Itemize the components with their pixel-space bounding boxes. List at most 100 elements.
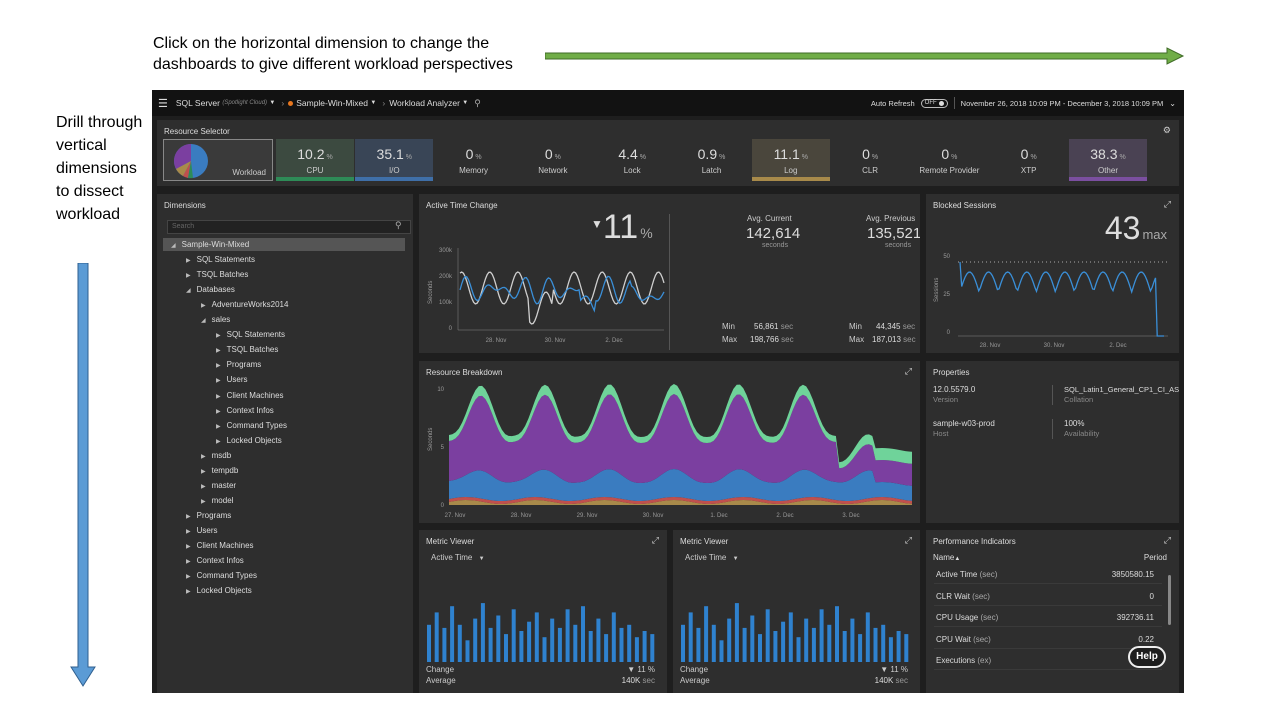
- collapsed-triangle-icon[interactable]: ▶: [216, 409, 221, 415]
- collapsed-triangle-icon[interactable]: ▶: [186, 544, 191, 550]
- metric-bar: [480, 603, 485, 662]
- tree-node[interactable]: ◢ sales: [201, 315, 230, 324]
- metric-bar: [604, 634, 609, 662]
- expand-icon[interactable]: ⤢: [905, 535, 912, 546]
- metric-bar: [781, 621, 786, 662]
- server-selector[interactable]: SQL Server (Spotlight Cloud) ▼: [176, 98, 276, 108]
- tile-value: 0%: [831, 146, 909, 162]
- collapsed-triangle-icon[interactable]: ▶: [201, 469, 206, 475]
- prev-max-unit: sec: [903, 335, 916, 344]
- collapsed-triangle-icon[interactable]: ▶: [216, 394, 221, 400]
- table-row[interactable]: CPU Wait (sec) 0.22: [934, 629, 1162, 649]
- resource-tile-clr[interactable]: 0% CLR: [831, 139, 909, 181]
- column-header-name[interactable]: Name▲: [933, 553, 960, 562]
- expand-icon[interactable]: ⤢: [1164, 199, 1171, 210]
- resource-tile-cpu[interactable]: 10.2% CPU: [276, 139, 354, 181]
- resource-tile-log[interactable]: 11.1% Log: [751, 139, 830, 181]
- tree-node[interactable]: ▶ SQL Statements: [186, 255, 255, 264]
- chevron-down-icon[interactable]: ⌄: [1169, 99, 1176, 108]
- resource-tile-latch[interactable]: 0.9% Latch: [673, 139, 751, 181]
- resource-tile-lock[interactable]: 4.4% Lock: [593, 139, 671, 181]
- help-button[interactable]: Help: [1128, 646, 1166, 668]
- metric-bar: [719, 640, 724, 662]
- tree-node[interactable]: ◢ Sample-Win-Mixed: [171, 240, 249, 249]
- collapsed-triangle-icon[interactable]: ▶: [216, 348, 221, 354]
- scrollbar[interactable]: [1168, 575, 1171, 625]
- tree-node[interactable]: ▶ Locked Objects: [216, 436, 282, 445]
- collapsed-triangle-icon[interactable]: ▶: [201, 499, 206, 505]
- resource-tile-remote-provider[interactable]: 0% Remote Provider: [910, 139, 988, 181]
- tree-node-label: Sample-Win-Mixed: [181, 240, 250, 249]
- collapsed-triangle-icon[interactable]: ▶: [216, 439, 221, 445]
- collapsed-triangle-icon[interactable]: ▶: [186, 273, 191, 279]
- tree-node[interactable]: ▶ Users: [186, 526, 218, 535]
- column-header-period[interactable]: Period: [1144, 553, 1167, 562]
- resource-tile-xtp[interactable]: 0% XTP: [990, 139, 1068, 181]
- tree-node[interactable]: ◢ Databases: [186, 285, 235, 294]
- workload-tile[interactable]: Workload: [163, 139, 273, 181]
- resource-tile-i-o[interactable]: 35.1% I/O: [355, 139, 434, 181]
- tree-node[interactable]: ▶ Locked Objects: [186, 586, 252, 595]
- tree-node[interactable]: ▶ Context Infos: [216, 406, 274, 415]
- tree-node[interactable]: ▶ Context Infos: [186, 556, 244, 565]
- resource-tile-network[interactable]: 0% Network: [514, 139, 592, 181]
- collapsed-triangle-icon[interactable]: ▶: [201, 484, 206, 490]
- tree-node[interactable]: ▶ AdventureWorks2014: [201, 300, 288, 309]
- expanded-triangle-icon[interactable]: ◢: [171, 243, 176, 249]
- tree-node[interactable]: ▶ msdb: [201, 451, 231, 460]
- tile-label: Log: [784, 166, 798, 175]
- tree-node[interactable]: ▶ TSQL Batches: [216, 345, 278, 354]
- collapsed-triangle-icon[interactable]: ▶: [186, 559, 191, 565]
- tree-node[interactable]: ▶ Command Types: [216, 421, 287, 430]
- page-selector[interactable]: Workload Analyzer ▼: [389, 98, 468, 108]
- tree-node[interactable]: ▶ TSQL Batches: [186, 270, 248, 279]
- collapsed-triangle-icon[interactable]: ▶: [216, 378, 221, 384]
- tree-node[interactable]: ▶ master: [201, 481, 236, 490]
- expand-icon[interactable]: ⤢: [905, 366, 912, 377]
- avg-current-unit: seconds: [762, 242, 789, 249]
- tree-node[interactable]: ▶ Command Types: [186, 571, 257, 580]
- expand-icon[interactable]: ⤢: [1164, 535, 1171, 546]
- collapsed-triangle-icon[interactable]: ▶: [186, 574, 191, 580]
- dimension-search-input[interactable]: Search: [167, 220, 411, 234]
- expanded-triangle-icon[interactable]: ◢: [186, 288, 191, 294]
- collapsed-triangle-icon[interactable]: ▶: [216, 424, 221, 430]
- metric-bar: [811, 627, 816, 662]
- collapsed-triangle-icon[interactable]: ▶: [186, 529, 191, 535]
- search-icon[interactable]: ⚲: [474, 98, 481, 109]
- tree-node[interactable]: ▶ Programs: [186, 511, 231, 520]
- performance-indicators-panel: Performance Indicators ⤢ Name▲ Period Ac…: [926, 530, 1179, 693]
- metric-bar: [573, 624, 578, 662]
- tree-node[interactable]: ▶ Client Machines: [216, 391, 284, 400]
- menu-icon[interactable]: ☰: [158, 97, 168, 110]
- tree-node[interactable]: ▶ tempdb: [201, 466, 238, 475]
- expanded-triangle-icon[interactable]: ◢: [201, 318, 206, 324]
- date-range[interactable]: November 26, 2018 10:09 PM - December 3,…: [961, 99, 1164, 108]
- tree-node[interactable]: ▶ Client Machines: [186, 541, 254, 550]
- table-row[interactable]: CLR Wait (sec) 0: [934, 586, 1162, 606]
- tree-node[interactable]: ▶ SQL Statements: [216, 330, 285, 339]
- collapsed-triangle-icon[interactable]: ▶: [216, 333, 221, 339]
- collapsed-triangle-icon[interactable]: ▶: [186, 258, 191, 264]
- collapsed-triangle-icon[interactable]: ▶: [216, 363, 221, 369]
- auto-refresh-toggle[interactable]: OFF: [920, 98, 948, 108]
- tree-node[interactable]: ▶ Programs: [216, 360, 261, 369]
- avg-previous-unit: seconds: [885, 242, 912, 249]
- resource-tile-memory[interactable]: 0% Memory: [435, 139, 513, 181]
- resource-tile-other[interactable]: 38.3% Other: [1069, 139, 1147, 181]
- tree-node[interactable]: ▶ model: [201, 496, 233, 505]
- table-row[interactable]: CPU Usage (sec) 392736.11: [934, 607, 1162, 627]
- metric-selector[interactable]: Active Time ▼: [685, 553, 739, 562]
- gear-icon[interactable]: ⚙: [1163, 125, 1171, 136]
- metric-selector[interactable]: Active Time ▼: [431, 553, 485, 562]
- collapsed-triangle-icon[interactable]: ▶: [201, 303, 206, 309]
- instance-selector[interactable]: Sample-Win-Mixed ▼: [296, 98, 376, 108]
- expand-icon[interactable]: ⤢: [652, 535, 659, 546]
- page-name: Workload Analyzer: [389, 98, 460, 108]
- tree-node[interactable]: ▶ Users: [216, 375, 248, 384]
- collapsed-triangle-icon[interactable]: ▶: [201, 454, 206, 460]
- tile-value: 0%: [435, 146, 513, 162]
- collapsed-triangle-icon[interactable]: ▶: [186, 514, 191, 520]
- table-row[interactable]: Active Time (sec) 3850580.15: [934, 564, 1162, 584]
- collapsed-triangle-icon[interactable]: ▶: [186, 589, 191, 595]
